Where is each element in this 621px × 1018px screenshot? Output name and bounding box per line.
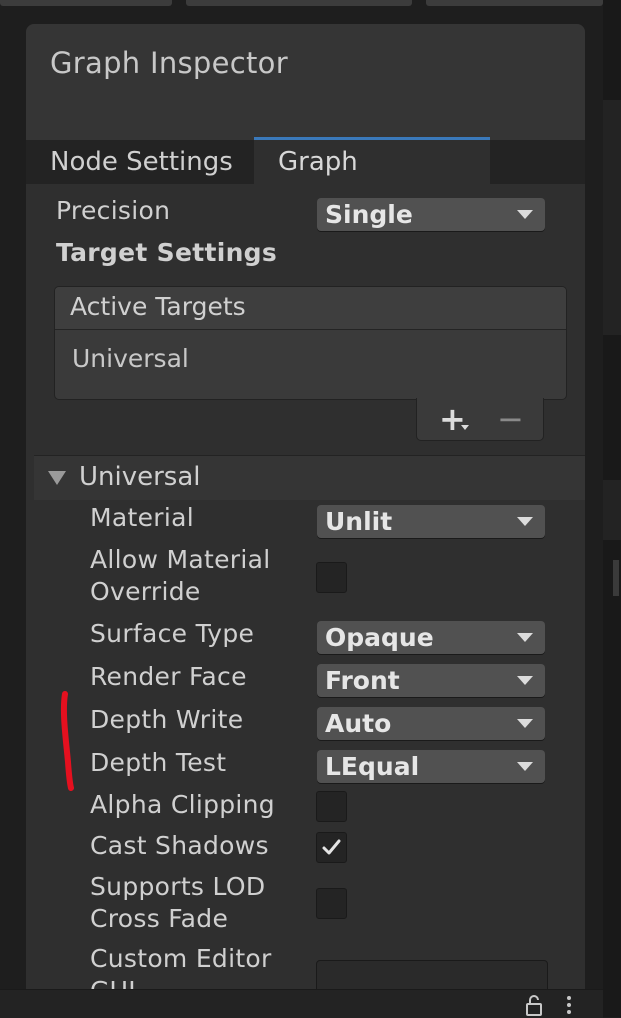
graph-inspector-panel: Graph Inspector Node Settings Graph Sett… [26,24,585,990]
allow-material-override-checkbox[interactable] [316,562,347,593]
render-face-value: Front [325,666,400,695]
chevron-down-icon [517,517,533,526]
render-face-label: Render Face [90,662,247,691]
render-face-dropdown[interactable]: Front [317,664,545,697]
custom-editor-gui-field[interactable] [316,960,548,990]
chevron-down-icon [517,676,533,685]
material-dropdown[interactable]: Unlit [317,505,545,538]
active-targets-list: Active Targets Universal [54,286,567,400]
allow-material-override-label-line1: Allow Material [90,545,271,574]
surface-type-dropdown[interactable]: Opaque [317,621,545,654]
depth-write-value: Auto [325,709,392,738]
foldout-triangle-icon [48,471,66,485]
precision-dropdown[interactable]: Single [317,198,545,231]
supports-lod-cross-fade-label: Supports LOD Cross Fade [90,871,265,935]
universal-foldout[interactable]: Universal [34,455,585,500]
allow-material-override-label: Allow Material Override [90,544,270,608]
tab-bar: Node Settings Graph Settings [26,137,585,221]
material-value: Unlit [325,507,393,536]
precision-label: Precision [56,196,171,225]
checkmark-icon [322,839,341,855]
depth-test-dropdown[interactable]: LEqual [317,750,545,783]
depth-write-label: Depth Write [90,705,244,734]
remove-target-button[interactable]: − [497,400,524,438]
supports-lod-cross-fade-label-line2: Cross Fade [90,904,229,933]
surface-type-label: Surface Type [90,619,255,648]
chevron-down-icon [517,762,533,771]
red-annotation-stroke [60,691,74,791]
bottom-toolbar [0,989,603,1018]
active-targets-header: Active Targets [55,287,566,330]
custom-editor-gui-label: Custom Editor GUI [90,943,272,990]
kebab-menu-icon[interactable] [564,995,574,1017]
precision-value: Single [325,200,413,229]
add-target-button[interactable]: + [439,400,466,438]
lock-icon[interactable] [524,994,544,1016]
cast-shadows-label: Cast Shadows [90,831,269,860]
material-label: Material [90,503,194,532]
panel-header[interactable]: Graph Inspector [26,24,585,140]
depth-write-dropdown[interactable]: Auto [317,707,545,740]
active-targets-header-label: Active Targets [70,292,246,321]
custom-editor-gui-label-line1: Custom Editor [90,944,272,973]
cast-shadows-checkbox[interactable] [316,832,347,863]
depth-test-value: LEqual [325,752,420,781]
universal-foldout-label: Universal [79,462,201,492]
red-annotation-mark [60,691,74,791]
supports-lod-cross-fade-checkbox[interactable] [316,888,347,919]
supports-lod-cross-fade-label-line1: Supports LOD [90,872,266,901]
surface-type-value: Opaque [325,623,434,652]
tab-graph-settings[interactable]: Graph Settings [254,137,490,221]
chevron-down-icon [517,210,533,219]
right-dock-segment [603,100,621,335]
alpha-clipping-checkbox[interactable] [316,791,347,822]
allow-material-override-label-line2: Override [90,577,201,606]
alpha-clipping-label: Alpha Clipping [90,790,275,819]
tab-node-settings[interactable]: Node Settings [26,140,257,184]
right-dock-handle[interactable] [613,560,619,596]
window-tab-3[interactable] [426,0,603,6]
active-target-item[interactable]: Universal [72,344,189,373]
depth-test-label: Depth Test [90,748,227,777]
chevron-down-icon [517,719,533,728]
chevron-down-icon [517,633,533,642]
add-dropdown-caret-icon [461,425,469,430]
custom-editor-gui-label-line2: GUI [90,975,272,990]
right-dock-segment [603,480,621,540]
list-footer: + − [416,398,544,441]
window-tab-2[interactable] [186,0,412,6]
target-settings-heading: Target Settings [56,238,278,267]
window-tab-1[interactable] [0,0,172,6]
panel-title: Graph Inspector [50,46,288,80]
